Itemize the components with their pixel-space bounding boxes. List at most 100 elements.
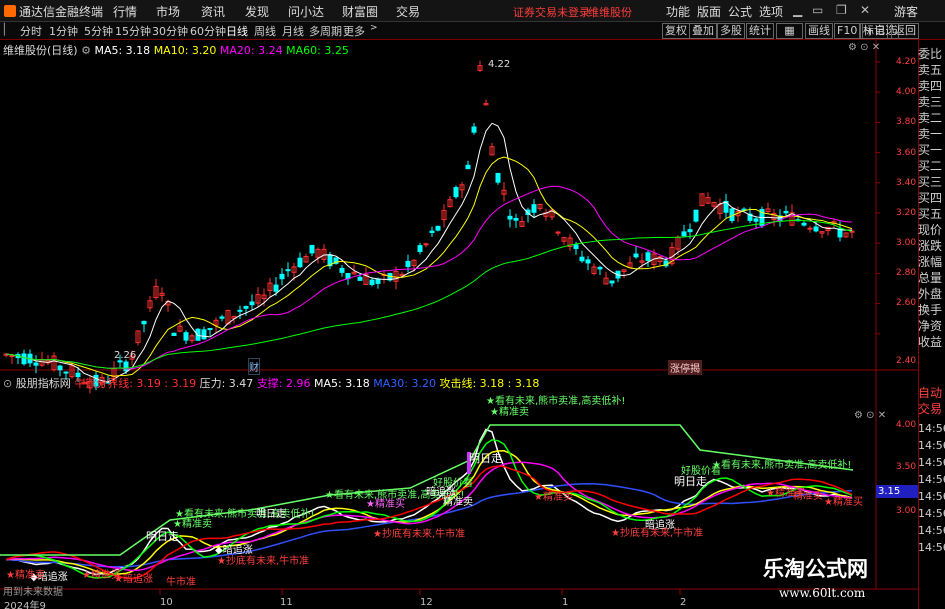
back-button[interactable]: 返回: [891, 23, 919, 39]
draw-line-button[interactable]: 画线: [805, 23, 833, 39]
x-axis-tick: 1: [562, 597, 569, 608]
candle-down: [279, 273, 285, 280]
quote-panel-item[interactable]: 委比: [918, 46, 945, 62]
quote-panel-item[interactable]: 买二: [918, 158, 945, 174]
finance-marker[interactable]: 财: [248, 358, 260, 375]
quote-panel-item[interactable]: 现价: [918, 222, 945, 238]
menu-item-function[interactable]: 功能: [666, 3, 690, 20]
time-item: 14:56: [918, 422, 945, 435]
quote-panel-item[interactable]: 卖三: [918, 94, 945, 110]
menu-item-formula[interactable]: 公式: [728, 3, 752, 20]
ind-ma30-label: MA30: 3.20: [373, 377, 436, 390]
time-item: 14:56: [918, 541, 945, 554]
ind-ma5-line: [5, 428, 853, 576]
menu-item-news[interactable]: 资讯: [201, 3, 225, 20]
chart-settings-icons[interactable]: ⚙ ⊙ ✕: [848, 42, 880, 53]
price-axis-tick: 3.20: [896, 208, 917, 218]
candle-down: [633, 253, 639, 258]
signal-label: ★精准买: [824, 497, 863, 508]
candle-down: [201, 329, 207, 340]
rights-adjust-button[interactable]: 复权: [662, 23, 690, 39]
candle-down: [141, 320, 147, 325]
candle-down: [693, 209, 699, 222]
period-tab-5min[interactable]: 5分钟: [84, 23, 113, 39]
guest-label[interactable]: 游客: [894, 3, 918, 20]
settings-circle-icon[interactable]: ⚙: [81, 44, 91, 57]
signal-label: 精准卖: [793, 491, 823, 502]
quote-panel-item[interactable]: 外盘: [918, 286, 945, 302]
candle-down: [369, 279, 375, 285]
price-axis-tick: 3.60: [896, 148, 917, 158]
trade-label: 交易: [918, 402, 943, 416]
f10-button[interactable]: F10: [834, 23, 861, 39]
quote-panel-item[interactable]: 买一: [918, 142, 945, 158]
menu-item-discover[interactable]: 发现: [245, 3, 269, 20]
period-tab-intraday[interactable]: 分时: [20, 23, 42, 39]
quote-panel-item[interactable]: 卖二: [918, 110, 945, 126]
quote-panel-item[interactable]: 净资: [918, 318, 945, 334]
ind-axis-tick: 3.00: [896, 506, 917, 516]
menu-item-layout[interactable]: 版面: [697, 3, 721, 20]
candle-down: [297, 257, 303, 268]
quote-panel-item[interactable]: 买五: [918, 206, 945, 222]
period-tab-daily[interactable]: 日线: [226, 23, 248, 39]
menu-item-wealth[interactable]: 财富圈: [342, 3, 378, 20]
ma5-label: MA5: 3.18: [94, 44, 151, 57]
signal-label: ★精准买: [366, 499, 405, 510]
close-icon[interactable]: ✕: [860, 3, 870, 17]
candle-up: [423, 243, 429, 246]
menu-item-trade[interactable]: 交易: [396, 3, 420, 20]
quote-panel-item[interactable]: 收益: [918, 334, 945, 350]
more-chevron-icon[interactable]: >: [370, 23, 378, 33]
candle-down: [801, 222, 807, 226]
x-axis-tick: 2024年9: [4, 601, 46, 609]
watermark-url: www.60lt.com: [779, 586, 866, 600]
period-tab-1min[interactable]: 1分钟: [49, 23, 78, 39]
period-tab-weekly[interactable]: 周线: [254, 23, 276, 39]
limit-up-marker[interactable]: 涨停揭: [668, 360, 702, 375]
bull-bear-label: 牛熊分界线: 3.19 : 3.19: [74, 377, 197, 390]
overlay-button[interactable]: 叠加: [689, 23, 717, 39]
quote-panel-item[interactable]: 买三: [918, 174, 945, 190]
menu-item-market[interactable]: 市场: [156, 3, 180, 20]
period-tab-monthly[interactable]: 月线: [282, 23, 304, 39]
signal-label: 明日走: [256, 509, 286, 520]
pressure-label: 压力: 3.47: [199, 377, 254, 390]
quote-panel-item[interactable]: 卖五: [918, 62, 945, 78]
period-tab-multi[interactable]: 多周期: [309, 23, 342, 39]
minimize-icon[interactable]: ▁: [793, 3, 802, 17]
quote-panel-item[interactable]: 卖四: [918, 78, 945, 94]
menu-item-ask[interactable]: 问小达: [288, 3, 324, 20]
chart-area[interactable]: [0, 40, 918, 609]
candle-down: [681, 231, 687, 237]
ma10-label: MA10: 3.20: [153, 44, 217, 57]
period-tab-60min[interactable]: 60分钟: [190, 23, 226, 39]
quote-panel-item[interactable]: 总量: [918, 270, 945, 286]
window-icon[interactable]: ▭: [812, 3, 823, 17]
period-tab-30min[interactable]: 30分钟: [152, 23, 188, 39]
price-axis-tick: 3.40: [896, 178, 917, 188]
sidebar-toggle-icon[interactable]: ▏: [4, 23, 12, 36]
period-tab-more[interactable]: 更多: [343, 23, 365, 39]
indicator-name: 股朋指标网: [15, 377, 71, 390]
auto-trade-panel[interactable]: 自动 交易: [918, 385, 945, 417]
statistics-button[interactable]: 统计: [746, 23, 774, 39]
quote-panel-item[interactable]: 买四: [918, 190, 945, 206]
period-tab-15min[interactable]: 15分钟: [115, 23, 151, 39]
toolbar-icon-button[interactable]: ▦: [776, 23, 803, 39]
signal-label: 暗追涨: [426, 487, 456, 498]
indicator-settings-icons[interactable]: ⚙ ⊙ ✕: [854, 410, 886, 421]
menu-item-options[interactable]: 选项: [759, 3, 783, 20]
kline-chart[interactable]: [0, 40, 918, 609]
quote-panel-item[interactable]: 涨跌: [918, 238, 945, 254]
quote-panel-item[interactable]: 卖一: [918, 126, 945, 142]
restore-icon[interactable]: ❐: [836, 3, 847, 17]
quote-panel-item[interactable]: 换手: [918, 302, 945, 318]
price-axis-tick: 4.00: [896, 87, 917, 97]
menu-item-quote[interactable]: 行情: [113, 3, 137, 20]
indicator-circle-icon[interactable]: ⊙: [3, 377, 12, 390]
login-warning[interactable]: 证券交易未登录: [513, 4, 590, 20]
quote-panel-item[interactable]: 涨幅: [918, 254, 945, 270]
multi-stock-button[interactable]: 多股: [717, 23, 745, 39]
candle-down: [687, 229, 693, 233]
